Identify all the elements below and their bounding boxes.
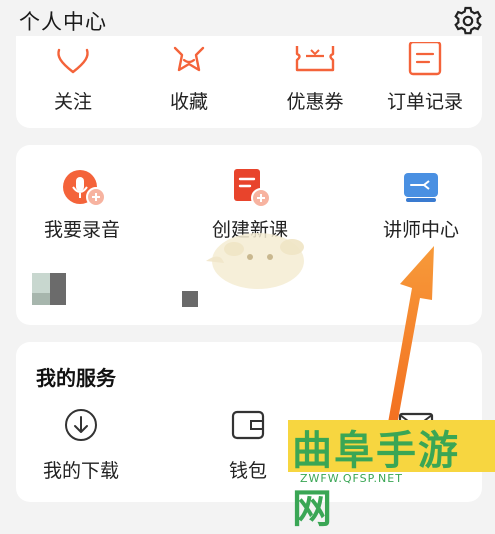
favorites-button[interactable]: 收藏 <box>154 36 224 114</box>
orders-label: 订单记录 <box>386 91 463 113</box>
coupons-button[interactable]: 优惠券 <box>273 36 357 114</box>
follow-label: 关注 <box>53 91 92 113</box>
my-downloads-label: 我的下载 <box>42 460 119 482</box>
services-title: 我的服务 <box>36 366 116 390</box>
gear-icon[interactable] <box>451 4 485 38</box>
orders-button[interactable]: 订单记录 <box>380 36 470 114</box>
mascot-image <box>206 233 304 289</box>
heart-icon <box>57 48 89 74</box>
coupon-icon <box>295 46 335 72</box>
follow-button[interactable]: 关注 <box>38 36 108 114</box>
order-list-icon <box>408 42 442 76</box>
wallet-icon <box>231 410 265 440</box>
blurred-thumbnail <box>32 293 50 305</box>
page-title: 个人中心 <box>19 10 107 34</box>
watermark-url: ZWFW.QFSP.NET <box>300 472 403 485</box>
microphone-icon <box>63 170 106 207</box>
quick-actions-card: 关注 收藏 优惠券 订单记录 <box>16 36 482 128</box>
arrow-annotation <box>382 246 434 444</box>
download-icon <box>65 409 97 441</box>
star-icon <box>173 46 205 72</box>
wallet-button[interactable]: 钱包 <box>216 408 280 483</box>
blurred-thumbnail <box>50 273 66 305</box>
blurred-thumbnail <box>182 291 198 307</box>
favorites-label: 收藏 <box>169 91 208 113</box>
blurred-thumbnail <box>32 273 50 293</box>
create-course-icon <box>234 169 271 208</box>
my-downloads-button[interactable]: 我的下载 <box>36 408 126 483</box>
coupons-label: 优惠券 <box>286 91 344 113</box>
record-label: 我要录音 <box>43 219 120 241</box>
wallet-label: 钱包 <box>228 460 267 482</box>
lecturer-board-icon <box>404 173 438 202</box>
record-button[interactable]: 我要录音 <box>34 169 130 242</box>
